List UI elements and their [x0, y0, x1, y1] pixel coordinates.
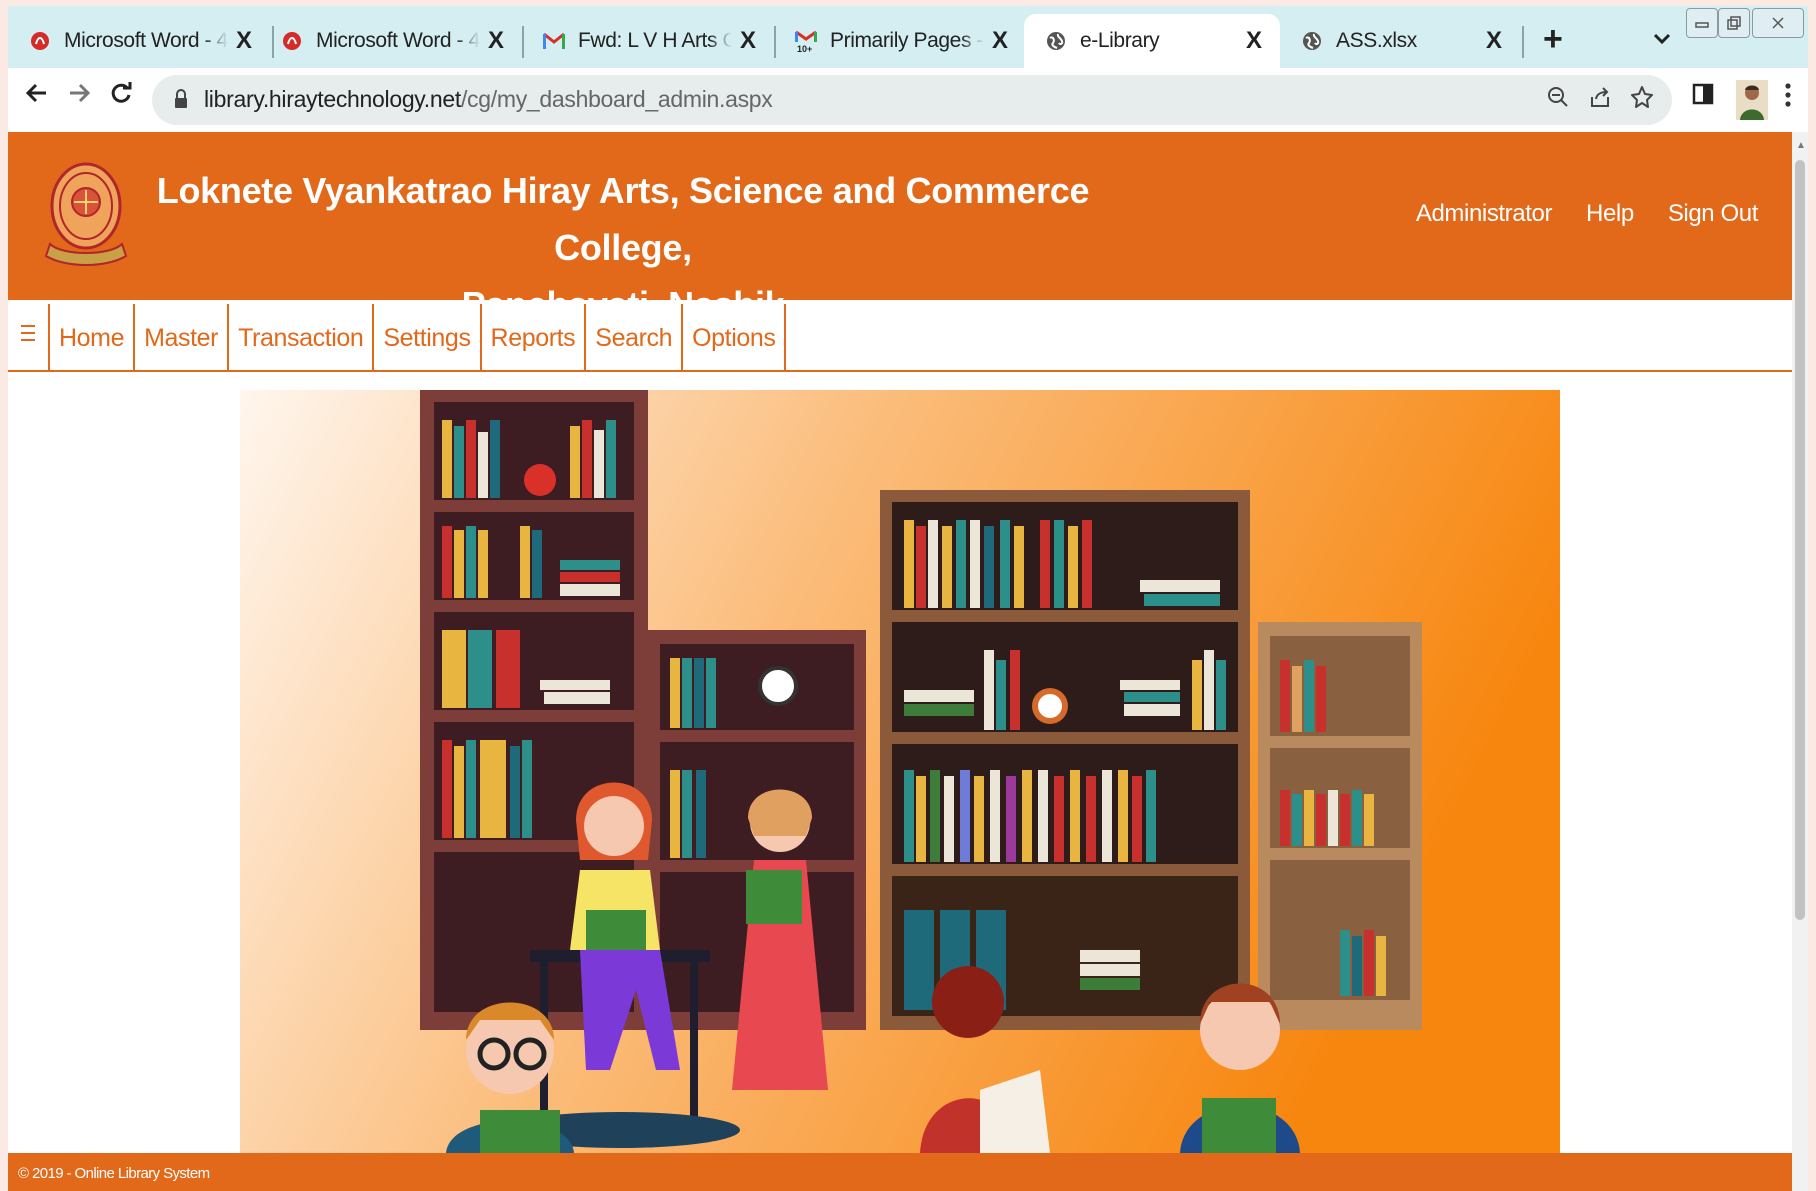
url-text: library.hiraytechnology.net/cg/my_dashbo…	[204, 86, 773, 113]
globe-icon	[1044, 29, 1068, 53]
tab-separator	[1522, 26, 1524, 58]
tab-title: Primarily Pages - sp.vyal	[830, 29, 984, 52]
browser-tab-active[interactable]: e-Library X	[1024, 14, 1280, 68]
pdf-icon	[28, 29, 52, 53]
close-window-icon[interactable]	[1752, 8, 1804, 38]
help-link[interactable]: Help	[1586, 200, 1634, 228]
restore-icon[interactable]	[1718, 8, 1750, 38]
svg-text:10+: 10+	[797, 44, 812, 53]
tab-title: e-Library	[1080, 29, 1160, 52]
close-icon[interactable]: X	[228, 27, 260, 55]
library-banner-image	[240, 390, 1560, 1153]
close-icon[interactable]: X	[732, 27, 764, 55]
more-menu-icon[interactable]	[1784, 82, 1792, 115]
page-scrollbar[interactable]: ▲	[1792, 132, 1808, 1191]
nav-search[interactable]: Search	[584, 304, 681, 372]
back-arrow-icon[interactable]	[24, 80, 50, 114]
browser-tab[interactable]: Fwd: L V H Arts Comm X	[522, 14, 774, 68]
browser-tab[interactable]: 10+ Primarily Pages - sp.vyal X	[774, 14, 1026, 68]
nav-settings[interactable]: Settings	[372, 304, 479, 372]
college-name-line1: Loknete Vyankatrao Hiray Arts, Science a…	[156, 170, 1090, 268]
browser-tab[interactable]: ASS.xlsx X	[1280, 14, 1520, 68]
close-icon[interactable]: X	[1238, 27, 1270, 55]
footer-copyright: © 2019 - Online Library System	[18, 1165, 210, 1182]
new-tab-button[interactable]: +	[1543, 20, 1563, 59]
zoom-out-icon[interactable]	[1546, 85, 1570, 118]
tab-title: ASS.xlsx	[1336, 29, 1417, 52]
close-icon[interactable]: X	[984, 27, 1016, 55]
close-icon[interactable]: X	[1478, 27, 1510, 55]
pdf-icon	[280, 29, 304, 53]
minimize-icon[interactable]	[1686, 8, 1718, 38]
globe-icon	[1300, 29, 1324, 53]
site-header: Loknete Vyankatrao Hiray Arts, Science a…	[8, 132, 1792, 325]
sign-out-link[interactable]: Sign Out	[1668, 200, 1759, 228]
college-logo-icon	[44, 162, 128, 266]
tab-search-chevron-icon[interactable]	[1652, 26, 1672, 52]
tab-title: Microsoft Word - 4.2.1 L	[316, 29, 480, 52]
nav-options[interactable]: Options	[681, 304, 787, 372]
browser-toolbar: library.hiraytechnology.net/cg/my_dashbo…	[8, 68, 1808, 132]
address-bar[interactable]: library.hiraytechnology.net/cg/my_dashbo…	[152, 75, 1672, 125]
lock-icon[interactable]	[174, 88, 188, 110]
gmail-counter-icon: 10+	[794, 29, 818, 53]
close-icon[interactable]: X	[480, 27, 512, 55]
nav-menu: Home Master Transaction Settings Reports…	[48, 304, 787, 372]
forward-arrow-icon[interactable]	[66, 80, 92, 114]
browser-tab[interactable]: Microsoft Word - 4.2.1 L X	[260, 14, 522, 68]
page-viewport: Loknete Vyankatrao Hiray Arts, Science a…	[8, 132, 1792, 1191]
nav-master[interactable]: Master	[133, 304, 227, 372]
side-panel-icon[interactable]	[1692, 82, 1714, 113]
nav-home[interactable]: Home	[48, 304, 133, 372]
reload-icon[interactable]	[108, 80, 134, 114]
url-host: library.hiraytechnology.net	[204, 86, 461, 112]
site-footer: © 2019 - Online Library System	[8, 1153, 1792, 1191]
tab-title: Microsoft Word - 4.2.1 L	[64, 29, 228, 52]
nav-reports[interactable]: Reports	[479, 304, 585, 372]
tab-title: Fwd: L V H Arts Comm	[578, 29, 732, 52]
bookmark-star-icon[interactable]	[1630, 85, 1654, 118]
nav-transaction[interactable]: Transaction	[227, 304, 372, 372]
hamburger-menu-icon[interactable]	[20, 322, 36, 351]
url-path: /cg/my_dashboard_admin.aspx	[460, 86, 773, 112]
share-icon[interactable]	[1588, 85, 1612, 118]
scrollbar-thumb[interactable]	[1795, 160, 1805, 920]
scroll-up-arrow-icon[interactable]: ▲	[1796, 140, 1806, 151]
header-links: Administrator Help Sign Out	[1416, 200, 1759, 228]
administrator-link[interactable]: Administrator	[1416, 200, 1553, 228]
browser-tab[interactable]: Microsoft Word - 4.2.1 L X	[8, 14, 270, 68]
browser-tab-strip: Microsoft Word - 4.2.1 L X Microsoft Wor…	[8, 6, 1808, 68]
gmail-icon	[542, 29, 566, 53]
main-nav: Home Master Transaction Settings Reports…	[8, 300, 1792, 372]
profile-avatar[interactable]	[1736, 80, 1768, 120]
